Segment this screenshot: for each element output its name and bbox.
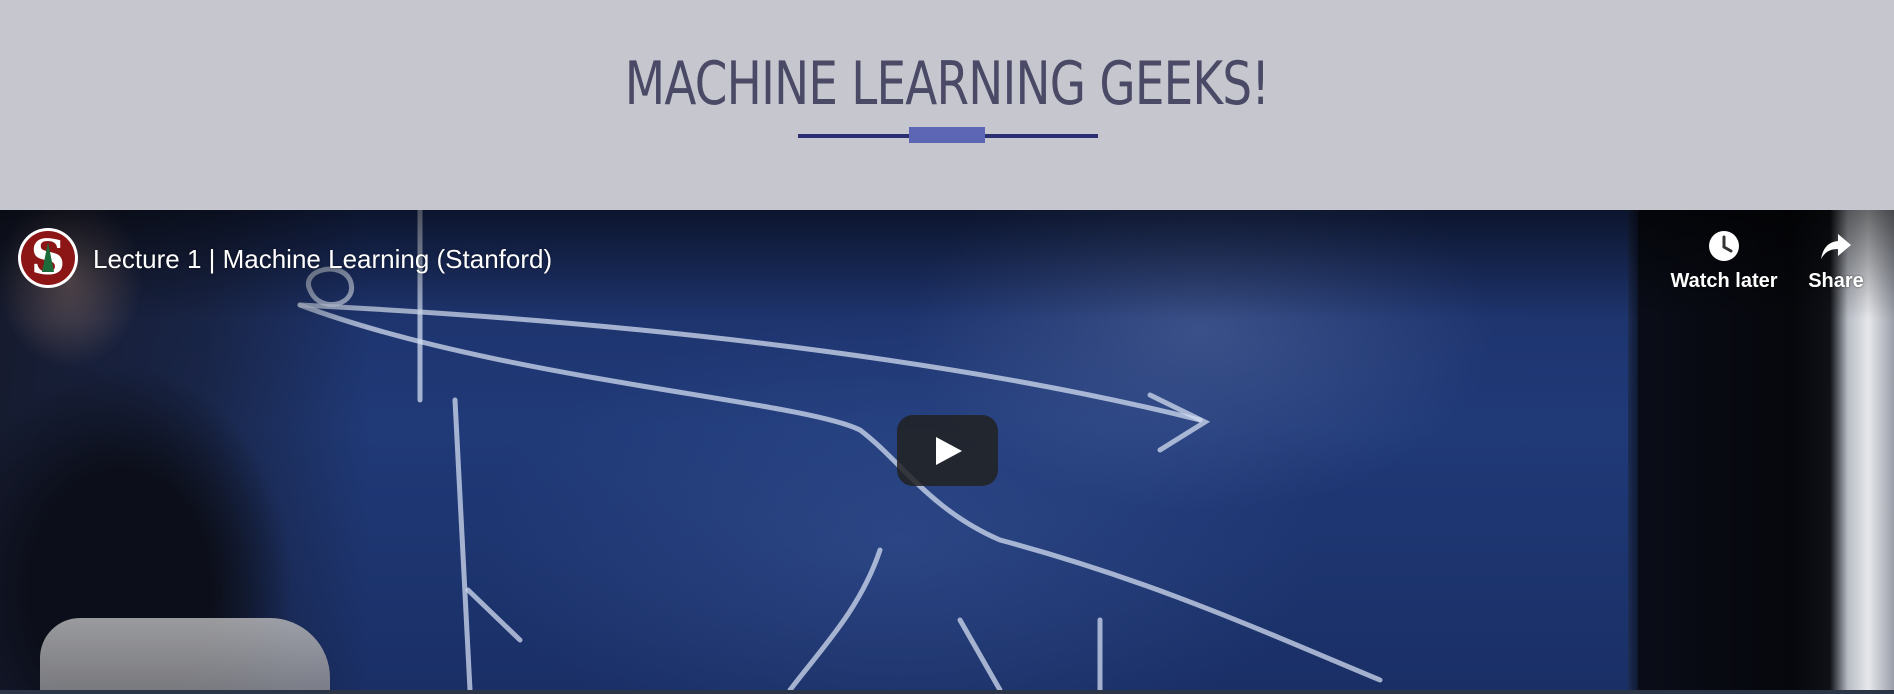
video-player[interactable]: S Lecture 1 | Machine Learning (Stanford… <box>0 210 1894 694</box>
video-bottom-border <box>0 690 1894 694</box>
share-label: Share <box>1808 270 1864 292</box>
page-header: MACHINE LEARNING GEEKS! <box>0 0 1894 210</box>
share-arrow-icon <box>1821 234 1851 259</box>
watch-later-label: Watch later <box>1670 270 1778 292</box>
page-title: MACHINE LEARNING GEEKS! <box>624 49 1270 119</box>
channel-avatar[interactable]: S <box>18 228 78 288</box>
play-button[interactable] <box>897 415 998 486</box>
video-title-link[interactable]: Lecture 1 | Machine Learning (Stanford) <box>93 244 552 274</box>
lecturer-arm <box>40 618 330 690</box>
title-underline-accent <box>909 127 985 143</box>
share-button[interactable]: Share <box>1798 228 1874 308</box>
clock-icon <box>1709 231 1739 261</box>
tree-icon <box>42 242 54 272</box>
play-icon <box>936 437 962 465</box>
watch-later-button[interactable]: Watch later <box>1660 228 1788 308</box>
